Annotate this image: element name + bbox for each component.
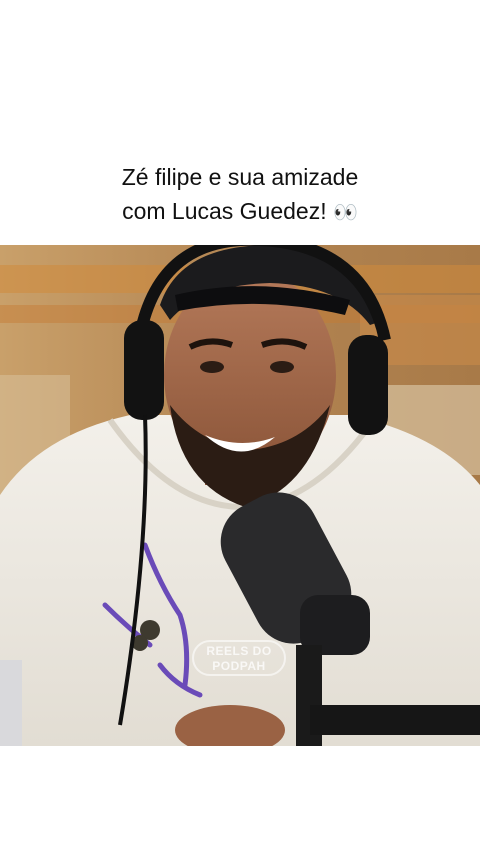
drink-can xyxy=(0,660,22,746)
watermark-line-2: PODPAH xyxy=(212,659,266,673)
caption-line-2-text: com Lucas Guedez! xyxy=(122,198,327,224)
video-player[interactable]: REELS DO PODPAH xyxy=(0,245,480,746)
caption-line-2: com Lucas Guedez! 👀 xyxy=(0,194,480,229)
caption-line-1: Zé filipe e sua amizade xyxy=(121,164,359,190)
eyes-emoji-icon: 👀 xyxy=(333,200,358,224)
caption-text: Zé filipe e sua amizade com Lucas Guedez… xyxy=(0,160,480,229)
watermark-line-1: REELS DO xyxy=(206,644,272,658)
podcast-watermark: REELS DO PODPAH xyxy=(192,640,286,676)
reel-screen: Zé filipe e sua amizade com Lucas Guedez… xyxy=(0,0,480,854)
